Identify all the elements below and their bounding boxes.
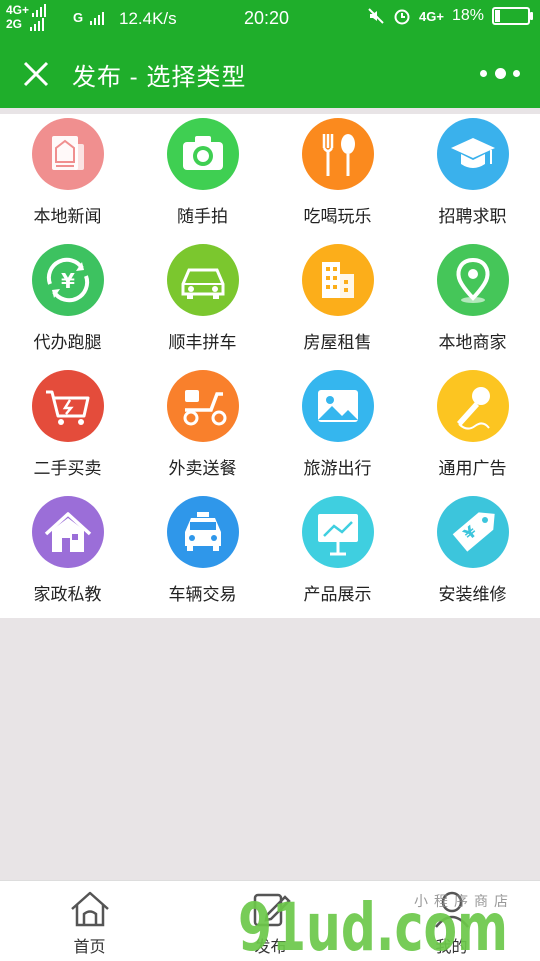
svg-text:¥: ¥ bbox=[61, 269, 75, 293]
category-item[interactable]: 家政私教 bbox=[0, 492, 135, 618]
category-item[interactable]: 外卖送餐 bbox=[135, 366, 270, 492]
network-g-indicator: G bbox=[73, 10, 106, 25]
category-label: 产品展示 bbox=[303, 585, 372, 604]
category-item[interactable]: 车辆交易 bbox=[135, 492, 270, 618]
category-label: 招聘求职 bbox=[438, 207, 507, 226]
nav-home[interactable]: 首页 bbox=[22, 881, 157, 961]
category-label: 通用广告 bbox=[438, 459, 507, 478]
category-item[interactable]: 通用广告 bbox=[405, 366, 540, 492]
category-item[interactable]: ¥ 安装维修 bbox=[405, 492, 540, 618]
category-label: 顺丰拼车 bbox=[168, 333, 237, 352]
alarm-icon bbox=[394, 9, 410, 25]
more-dots-icon bbox=[513, 69, 520, 77]
battery-level bbox=[495, 10, 500, 22]
page-title: 发布 - 选择类型 bbox=[72, 64, 247, 91]
camera-icon bbox=[167, 118, 239, 190]
building-icon bbox=[302, 244, 374, 316]
mute-icon bbox=[368, 8, 384, 24]
price-tag-icon: ¥ bbox=[437, 496, 509, 568]
signal-icon bbox=[30, 17, 46, 31]
category-label: 家政私教 bbox=[33, 585, 102, 604]
category-item[interactable]: 随手拍 bbox=[135, 114, 270, 240]
nav-publish-label: 发布 bbox=[254, 939, 287, 956]
nav-home-label: 首页 bbox=[73, 939, 106, 956]
network-4g-label: 4G+ bbox=[6, 3, 30, 17]
network-4g-right: 4G+ bbox=[419, 8, 444, 24]
yen-cycle-icon: ¥ bbox=[32, 244, 104, 316]
more-dots-icon bbox=[480, 69, 487, 77]
home-icon bbox=[70, 891, 109, 927]
close-icon bbox=[23, 61, 49, 87]
category-item[interactable]: 本地商家 bbox=[405, 240, 540, 366]
close-button[interactable] bbox=[20, 58, 52, 90]
more-button[interactable] bbox=[480, 64, 520, 82]
category-item[interactable]: 产品展示 bbox=[270, 492, 405, 618]
presentation-board-icon bbox=[302, 496, 374, 568]
category-label: 车辆交易 bbox=[168, 585, 237, 604]
category-label: 本地商家 bbox=[438, 333, 507, 352]
category-grid: 本地新闻 随手拍 吃喝玩乐 招聘求职 ¥ 代办跑腿 顺丰拼车 房屋租售 本地商家二手买卖 外卖送餐… bbox=[0, 114, 540, 618]
category-label: 房屋租售 bbox=[303, 333, 372, 352]
bottom-nav: 首页 发布 我的 bbox=[0, 880, 540, 961]
scooter-icon bbox=[167, 370, 239, 442]
fork-spoon-icon bbox=[302, 118, 374, 190]
category-label: 随手拍 bbox=[177, 207, 228, 226]
status-bar: 4G+ 2G G 12.4K/s 20:20 4G+ 18% bbox=[0, 0, 540, 38]
microphone-icon bbox=[437, 370, 509, 442]
battery-icon bbox=[492, 7, 533, 25]
category-label: 吃喝玩乐 bbox=[303, 207, 372, 226]
nav-mine[interactable]: 我的 bbox=[384, 881, 519, 961]
user-icon bbox=[434, 891, 469, 928]
category-item[interactable]: 旅游出行 bbox=[270, 366, 405, 492]
category-item[interactable]: 顺丰拼车 bbox=[135, 240, 270, 366]
category-item[interactable]: ¥ 代办跑腿 bbox=[0, 240, 135, 366]
shopping-cart-icon bbox=[32, 370, 104, 442]
category-item[interactable]: 二手买卖 bbox=[0, 366, 135, 492]
category-label: 外卖送餐 bbox=[168, 459, 237, 478]
network-speed: 12.4K/s bbox=[119, 9, 177, 28]
nav-mine-label: 我的 bbox=[435, 939, 468, 956]
clock: 20:20 bbox=[244, 8, 290, 28]
edit-icon bbox=[253, 893, 291, 927]
landscape-icon bbox=[302, 370, 374, 442]
taxi-icon bbox=[167, 496, 239, 568]
newspaper-icon bbox=[32, 118, 104, 190]
network-2g-label: 2G bbox=[6, 17, 23, 31]
category-label: 本地新闻 bbox=[33, 207, 102, 226]
location-pin-icon bbox=[437, 244, 509, 316]
signal-icon bbox=[89, 10, 106, 25]
category-label: 旅游出行 bbox=[303, 459, 372, 478]
category-label: 安装维修 bbox=[438, 585, 507, 604]
category-label: 代办跑腿 bbox=[33, 333, 102, 352]
car-icon bbox=[167, 244, 239, 316]
network-indicator: 4G+ 2G bbox=[6, 3, 48, 31]
battery-percent: 18% bbox=[451, 7, 484, 24]
category-item[interactable]: 吃喝玩乐 bbox=[270, 114, 405, 240]
category-item[interactable]: 本地新闻 bbox=[0, 114, 135, 240]
house-icon bbox=[32, 496, 104, 568]
category-grid-inner: 本地新闻 随手拍 吃喝玩乐 招聘求职 ¥ 代办跑腿 顺丰拼车 房屋租售 本地商家二手买卖 外卖送餐… bbox=[0, 114, 540, 618]
nav-publish[interactable]: 发布 bbox=[203, 881, 338, 961]
signal-icon bbox=[32, 3, 48, 17]
status-right: 4G+ 18% bbox=[367, 7, 533, 25]
category-item[interactable]: 房屋租售 bbox=[270, 240, 405, 366]
graduation-cap-icon bbox=[437, 118, 509, 190]
category-label: 二手买卖 bbox=[33, 459, 102, 478]
more-dots-icon bbox=[494, 67, 506, 79]
category-item[interactable]: 招聘求职 bbox=[405, 114, 540, 240]
title-bar: 发布 - 选择类型 bbox=[0, 38, 540, 108]
